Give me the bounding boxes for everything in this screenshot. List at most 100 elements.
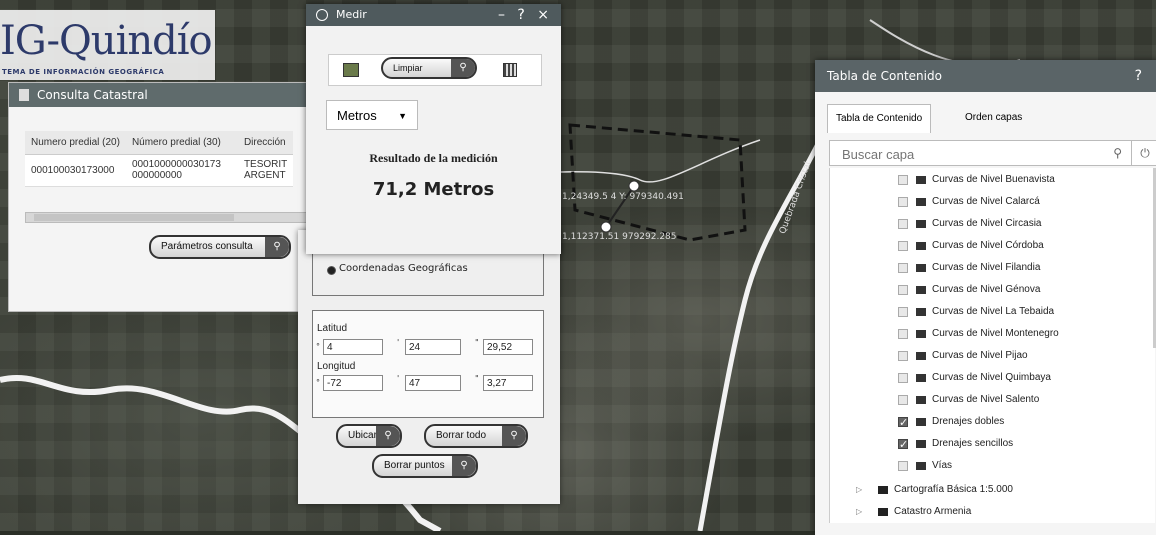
layer-label: Curvas de Nivel Filandia — [932, 262, 1041, 273]
layer-checkbox[interactable] — [898, 197, 908, 207]
document-icon — [19, 89, 29, 101]
table-cell: 000100030173000 — [25, 154, 126, 187]
radio-label: Coordenadas Geográficas — [339, 263, 468, 274]
app-logo: IG-Quindío TEMA DE INFORMACIÓN GEOGRÁFIC… — [0, 10, 215, 80]
result-value: 71,2 Metros — [372, 179, 495, 200]
window-title: Medir — [336, 8, 367, 21]
search-icon: ⚲ — [502, 426, 526, 446]
layer-icon — [916, 330, 926, 338]
panel-header[interactable]: Consulta Catastral — [9, 83, 309, 107]
search-icon: ⚲ — [265, 237, 289, 257]
tabla-contenido-panel: Tabla de Contenido ? Tabla de Contenido … — [815, 60, 1156, 535]
search-icon: ⚲ — [376, 426, 400, 446]
panel-header[interactable]: Tabla de Contenido ? — [815, 60, 1156, 92]
layer-label: Curvas de Nivel La Tebaida — [932, 306, 1055, 317]
layer-checkbox[interactable] — [898, 351, 908, 361]
layer-checkbox[interactable] — [898, 395, 908, 405]
unit-select[interactable]: Metros ▼ — [326, 100, 418, 130]
button-label: Limpiar — [393, 63, 423, 73]
layer-icon — [916, 418, 926, 426]
layer-icon — [916, 396, 926, 404]
layer-checkbox[interactable] — [898, 241, 908, 251]
map-coord-label: 1,24349.5 4 Y: 979340.491 — [562, 192, 684, 202]
horizontal-scrollbar[interactable] — [25, 212, 311, 223]
layer-icon — [916, 176, 926, 184]
scrollbar-thumb[interactable] — [34, 214, 234, 221]
borrar-todo-button[interactable]: Borrar todo ⚲ — [424, 424, 528, 448]
layer-search: ⚲ ⏻ — [829, 140, 1156, 167]
result-label: Resultado de la medición — [369, 151, 498, 165]
refresh-icon[interactable]: ⏻ — [1131, 141, 1156, 165]
results-table: Numero predial (20) Número predial (30) … — [25, 131, 294, 187]
table-row[interactable]: 000100030173000 0001000000030173 0000000… — [25, 154, 294, 187]
lon-degrees-field[interactable]: -72 — [323, 375, 383, 391]
window-controls[interactable]: – ? × — [498, 4, 553, 26]
measure-point[interactable] — [628, 180, 640, 192]
search-icon: ⚲ — [451, 59, 475, 77]
group-label: Catastro Armenia — [894, 506, 972, 517]
layer-label: Drenajes dobles — [932, 416, 1005, 427]
latitude-label: Latitud — [317, 323, 348, 334]
river-path-2 — [697, 138, 823, 531]
borrar-puntos-button[interactable]: Borrar puntos ⚲ — [372, 454, 478, 478]
parcel-outline — [568, 123, 747, 242]
limpiar-button[interactable]: Limpiar ⚲ — [381, 57, 477, 79]
layer-label: Curvas de Nivel Montenegro — [932, 328, 1059, 339]
layer-icon — [916, 286, 926, 294]
ubicar-button[interactable]: Ubicar ⚲ — [336, 424, 402, 448]
layer-checkbox[interactable] — [898, 435, 908, 455]
expand-arrow-icon[interactable]: ▷ — [856, 502, 862, 522]
layer-checkbox[interactable] — [898, 373, 908, 383]
medir-window: Medir – ? × Limpiar ⚲ Metros ▼ Resultado… — [306, 4, 561, 254]
tab-orden-capas[interactable]: Orden capas — [957, 104, 1030, 132]
search-input[interactable] — [830, 141, 1124, 167]
lat-minutes-field[interactable]: 24 — [405, 339, 461, 355]
panel-title: Tabla de Contenido — [827, 69, 942, 83]
logo-subtitle: TEMA DE INFORMACIÓN GEOGRÁFICA — [2, 68, 165, 76]
layer-icon — [916, 374, 926, 382]
coordinates-panel: Coordenadas Geográficas Latitud ° 4 ' 24… — [298, 230, 560, 504]
panel-title: Consulta Catastral — [37, 88, 148, 102]
layer-list: Curvas de Nivel Buenavista Curvas de Nive… — [829, 168, 1155, 523]
unit-value: Metros — [337, 108, 377, 123]
distance-tool-icon[interactable] — [503, 63, 517, 77]
logo-title: IG-Quindío — [0, 18, 213, 64]
window-header[interactable]: Medir – ? × — [306, 4, 561, 26]
search-icon[interactable]: ⚲ — [1113, 146, 1122, 160]
radio-button[interactable] — [327, 266, 336, 275]
layer-checkbox[interactable] — [898, 329, 908, 339]
area-tool-icon[interactable] — [343, 63, 359, 77]
layer-checkbox[interactable] — [898, 175, 908, 185]
layer-checkbox[interactable] — [898, 263, 908, 273]
search-icon: ⚲ — [452, 456, 476, 476]
layer-label: Vías — [932, 460, 953, 471]
column-header[interactable]: Número predial (30) — [125, 131, 238, 155]
lon-minutes-field[interactable]: 47 — [405, 375, 461, 391]
column-header[interactable]: Numero predial (20) — [25, 131, 126, 155]
layer-icon — [916, 462, 926, 470]
lat-seconds-field[interactable]: 29,52 — [483, 339, 533, 355]
layer-checkbox[interactable] — [898, 461, 908, 471]
layer-checkbox[interactable] — [898, 285, 908, 295]
layer-icon — [916, 440, 926, 448]
tab-tabla-contenido[interactable]: Tabla de Contenido — [827, 104, 932, 133]
layer-checkbox[interactable] — [898, 219, 908, 229]
measure-point[interactable] — [600, 221, 612, 233]
measure-toolbar: Limpiar ⚲ — [328, 54, 542, 86]
lon-seconds-field[interactable]: 3,27 — [483, 375, 533, 391]
lat-degrees-field[interactable]: 4 — [323, 339, 383, 355]
column-header[interactable]: Dirección — [237, 131, 294, 155]
button-label: Ubicar — [348, 430, 377, 441]
parametros-consulta-button[interactable]: Parámetros consulta ⚲ — [149, 235, 291, 259]
layer-checkbox[interactable] — [898, 413, 908, 433]
button-label: Borrar todo — [436, 430, 487, 441]
layer-label: Curvas de Nivel Quimbaya — [932, 372, 1051, 383]
coord-system-group: Coordenadas Geográficas — [312, 250, 544, 296]
expand-arrow-icon[interactable]: ▷ — [856, 480, 862, 500]
help-icon[interactable]: ? — [1135, 60, 1142, 92]
layer-checkbox[interactable] — [898, 307, 908, 317]
layer-label: Curvas de Nivel Buenavista — [932, 174, 1055, 185]
button-label: Borrar puntos — [384, 460, 445, 471]
layer-label: Curvas de Nivel Calarcá — [932, 196, 1040, 207]
layer-icon — [916, 264, 926, 272]
